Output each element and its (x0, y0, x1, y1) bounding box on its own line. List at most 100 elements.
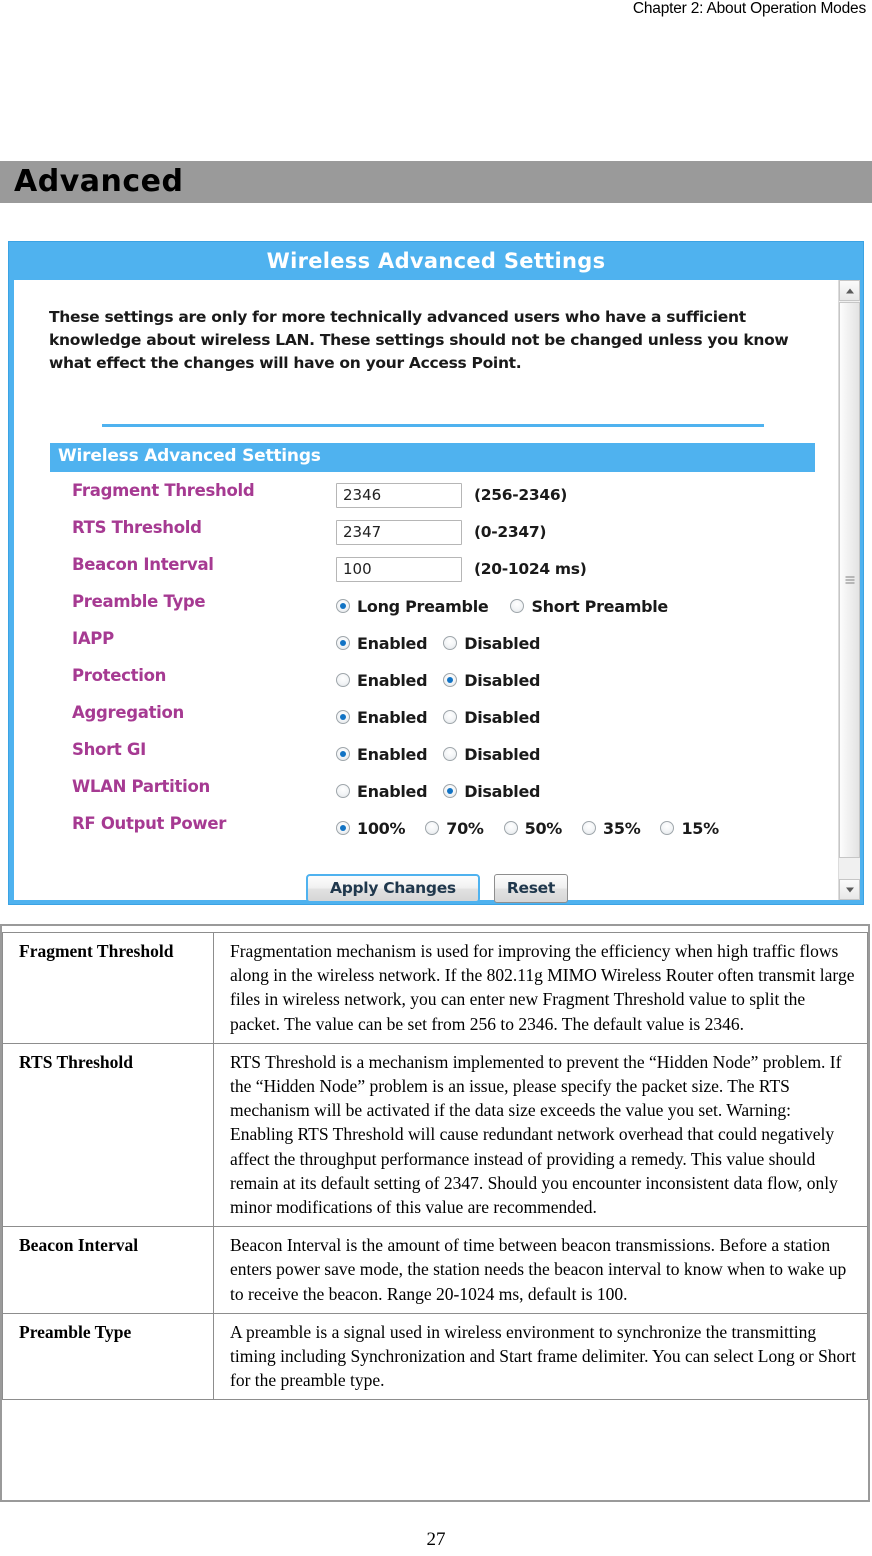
radio-label: Disabled (464, 633, 541, 653)
intro-paragraph: These settings are only for more technic… (49, 308, 789, 372)
radio-icon-unselected (582, 821, 597, 835)
grip-lines-icon (845, 576, 854, 584)
term-cell: Preamble Type (2, 1312, 214, 1401)
description-table: Fragment Threshold Fragmentation mechani… (2, 932, 868, 1401)
radio-icon-unselected (443, 636, 458, 650)
scroll-up-button[interactable] (839, 280, 860, 301)
row-fragment-threshold: Fragment Threshold (256-2346) (14, 478, 860, 515)
radio-icon-unselected (443, 747, 458, 761)
radio-short-gi-enabled[interactable]: Enabled (336, 744, 428, 764)
radio-label: Enabled (357, 707, 428, 727)
radio-label: Short Preamble (531, 596, 668, 616)
label-rts-threshold: RTS Threshold (72, 518, 202, 537)
ui-body: These settings are only for more technic… (14, 280, 860, 903)
triangle-up-icon (845, 288, 854, 293)
radio-rf-power-100[interactable]: 100% (336, 818, 406, 838)
radio-label: Enabled (357, 781, 428, 801)
label-beacon-interval: Beacon Interval (72, 555, 214, 574)
rts-threshold-input[interactable] (336, 519, 462, 545)
definition-cell: RTS Threshold is a mechanism implemented… (213, 1042, 868, 1228)
beacon-interval-input[interactable] (336, 556, 462, 582)
radio-icon-selected (443, 673, 458, 687)
radio-label: Disabled (464, 707, 541, 727)
table-right-rail (868, 924, 870, 1502)
triangle-down-icon (845, 887, 854, 892)
hint-beacon-interval: (20-1024 ms) (474, 560, 587, 578)
row-beacon-interval: Beacon Interval (20-1024 ms) (14, 552, 860, 589)
radio-label: Enabled (357, 744, 428, 764)
divider-rule (102, 424, 764, 427)
radio-preamble-short[interactable]: Short Preamble (510, 597, 668, 616)
radio-icon-unselected (336, 673, 350, 687)
table-row: Preamble Type A preamble is a signal use… (2, 1312, 868, 1401)
radio-icon-selected (336, 636, 350, 650)
hint-rts-threshold: (0-2347) (474, 523, 547, 541)
radio-icon-unselected (660, 821, 675, 835)
row-aggregation: Aggregation Enabled Disabled (14, 700, 860, 737)
radio-wlan-partition-disabled[interactable]: Disabled (443, 781, 541, 801)
scroll-down-button[interactable] (839, 879, 860, 900)
radio-label: Disabled (464, 781, 541, 801)
label-iapp: IAPP (72, 629, 114, 648)
label-fragment-threshold: Fragment Threshold (72, 481, 255, 500)
form-actions: Apply Changes Reset (14, 874, 860, 903)
radio-rf-power-15[interactable]: 15% (660, 819, 719, 838)
radio-icon-unselected (503, 821, 518, 835)
settings-form: Fragment Threshold (256-2346) RTS Thresh… (14, 478, 860, 848)
radio-iapp-enabled[interactable]: Enabled (336, 633, 428, 653)
label-preamble-type: Preamble Type (72, 592, 206, 611)
vertical-scrollbar[interactable] (838, 280, 860, 900)
term-cell: Fragment Threshold (2, 932, 214, 1044)
row-protection: Protection Enabled Disabled (14, 663, 860, 700)
row-preamble-type: Preamble Type Long Preamble Short Preamb… (14, 589, 860, 626)
radio-icon-selected (443, 784, 458, 798)
label-wlan-partition: WLAN Partition (72, 777, 210, 796)
row-short-gi: Short GI Enabled Disabled (14, 737, 860, 774)
radio-protection-disabled[interactable]: Disabled (443, 670, 541, 690)
fragment-threshold-input[interactable] (336, 482, 462, 508)
radio-label: 100% (357, 818, 406, 838)
radio-protection-enabled[interactable]: Enabled (336, 670, 428, 690)
radio-aggregation-enabled[interactable]: Enabled (336, 707, 428, 727)
radio-wlan-partition-enabled[interactable]: Enabled (336, 781, 428, 801)
table-row: Beacon Interval Beacon Interval is the a… (2, 1226, 868, 1314)
radio-icon-selected (336, 747, 350, 761)
radio-label: Long Preamble (357, 596, 489, 616)
radio-icon-selected (336, 821, 350, 835)
label-rf-output-power: RF Output Power (72, 814, 227, 833)
radio-rf-power-50[interactable]: 50% (503, 818, 563, 838)
table-row: Fragment Threshold Fragmentation mechani… (2, 932, 868, 1044)
radio-preamble-long[interactable]: Long Preamble (336, 596, 489, 616)
running-header: Chapter 2: About Operation Modes (632, 0, 866, 17)
window-title: Wireless Advanced Settings (266, 249, 606, 273)
radio-rf-power-35[interactable]: 35% (582, 818, 641, 838)
radio-label: Enabled (357, 633, 428, 653)
radio-label: Enabled (357, 670, 428, 690)
radio-icon-selected (336, 599, 350, 613)
reset-button[interactable]: Reset (493, 874, 568, 903)
definition-cell: A preamble is a signal used in wireless … (213, 1312, 868, 1401)
radio-aggregation-disabled[interactable]: Disabled (443, 707, 541, 727)
definition-cell: Beacon Interval is the amount of time be… (213, 1226, 868, 1314)
radio-icon-unselected (425, 821, 440, 835)
radio-icon-unselected (443, 710, 458, 724)
hint-fragment-threshold: (256-2346) (474, 486, 568, 504)
subsection-header: Wireless Advanced Settings (50, 443, 815, 472)
radio-iapp-disabled[interactable]: Disabled (443, 633, 541, 653)
row-wlan-partition: WLAN Partition Enabled Disabled (14, 774, 860, 811)
row-iapp: IAPP Enabled Disabled (14, 626, 860, 663)
page-number: 27 (426, 1529, 446, 1550)
radio-label: 35% (603, 818, 641, 838)
radio-short-gi-disabled[interactable]: Disabled (443, 745, 541, 764)
apply-changes-button[interactable]: Apply Changes (306, 874, 480, 903)
radio-label: Disabled (464, 670, 541, 690)
term-cell: Beacon Interval (2, 1226, 214, 1314)
term-cell: RTS Threshold (2, 1042, 214, 1228)
scrollbar-thumb[interactable] (839, 302, 860, 858)
radio-label: 50% (524, 818, 563, 838)
radio-rf-power-70[interactable]: 70% (425, 819, 484, 838)
router-ui-screenshot: Wireless Advanced Settings These setting… (8, 241, 864, 905)
table-top-rule (2, 924, 868, 926)
table-row: RTS Threshold RTS Threshold is a mechani… (2, 1042, 868, 1228)
definition-cell: Fragmentation mechanism is used for impr… (213, 932, 868, 1044)
